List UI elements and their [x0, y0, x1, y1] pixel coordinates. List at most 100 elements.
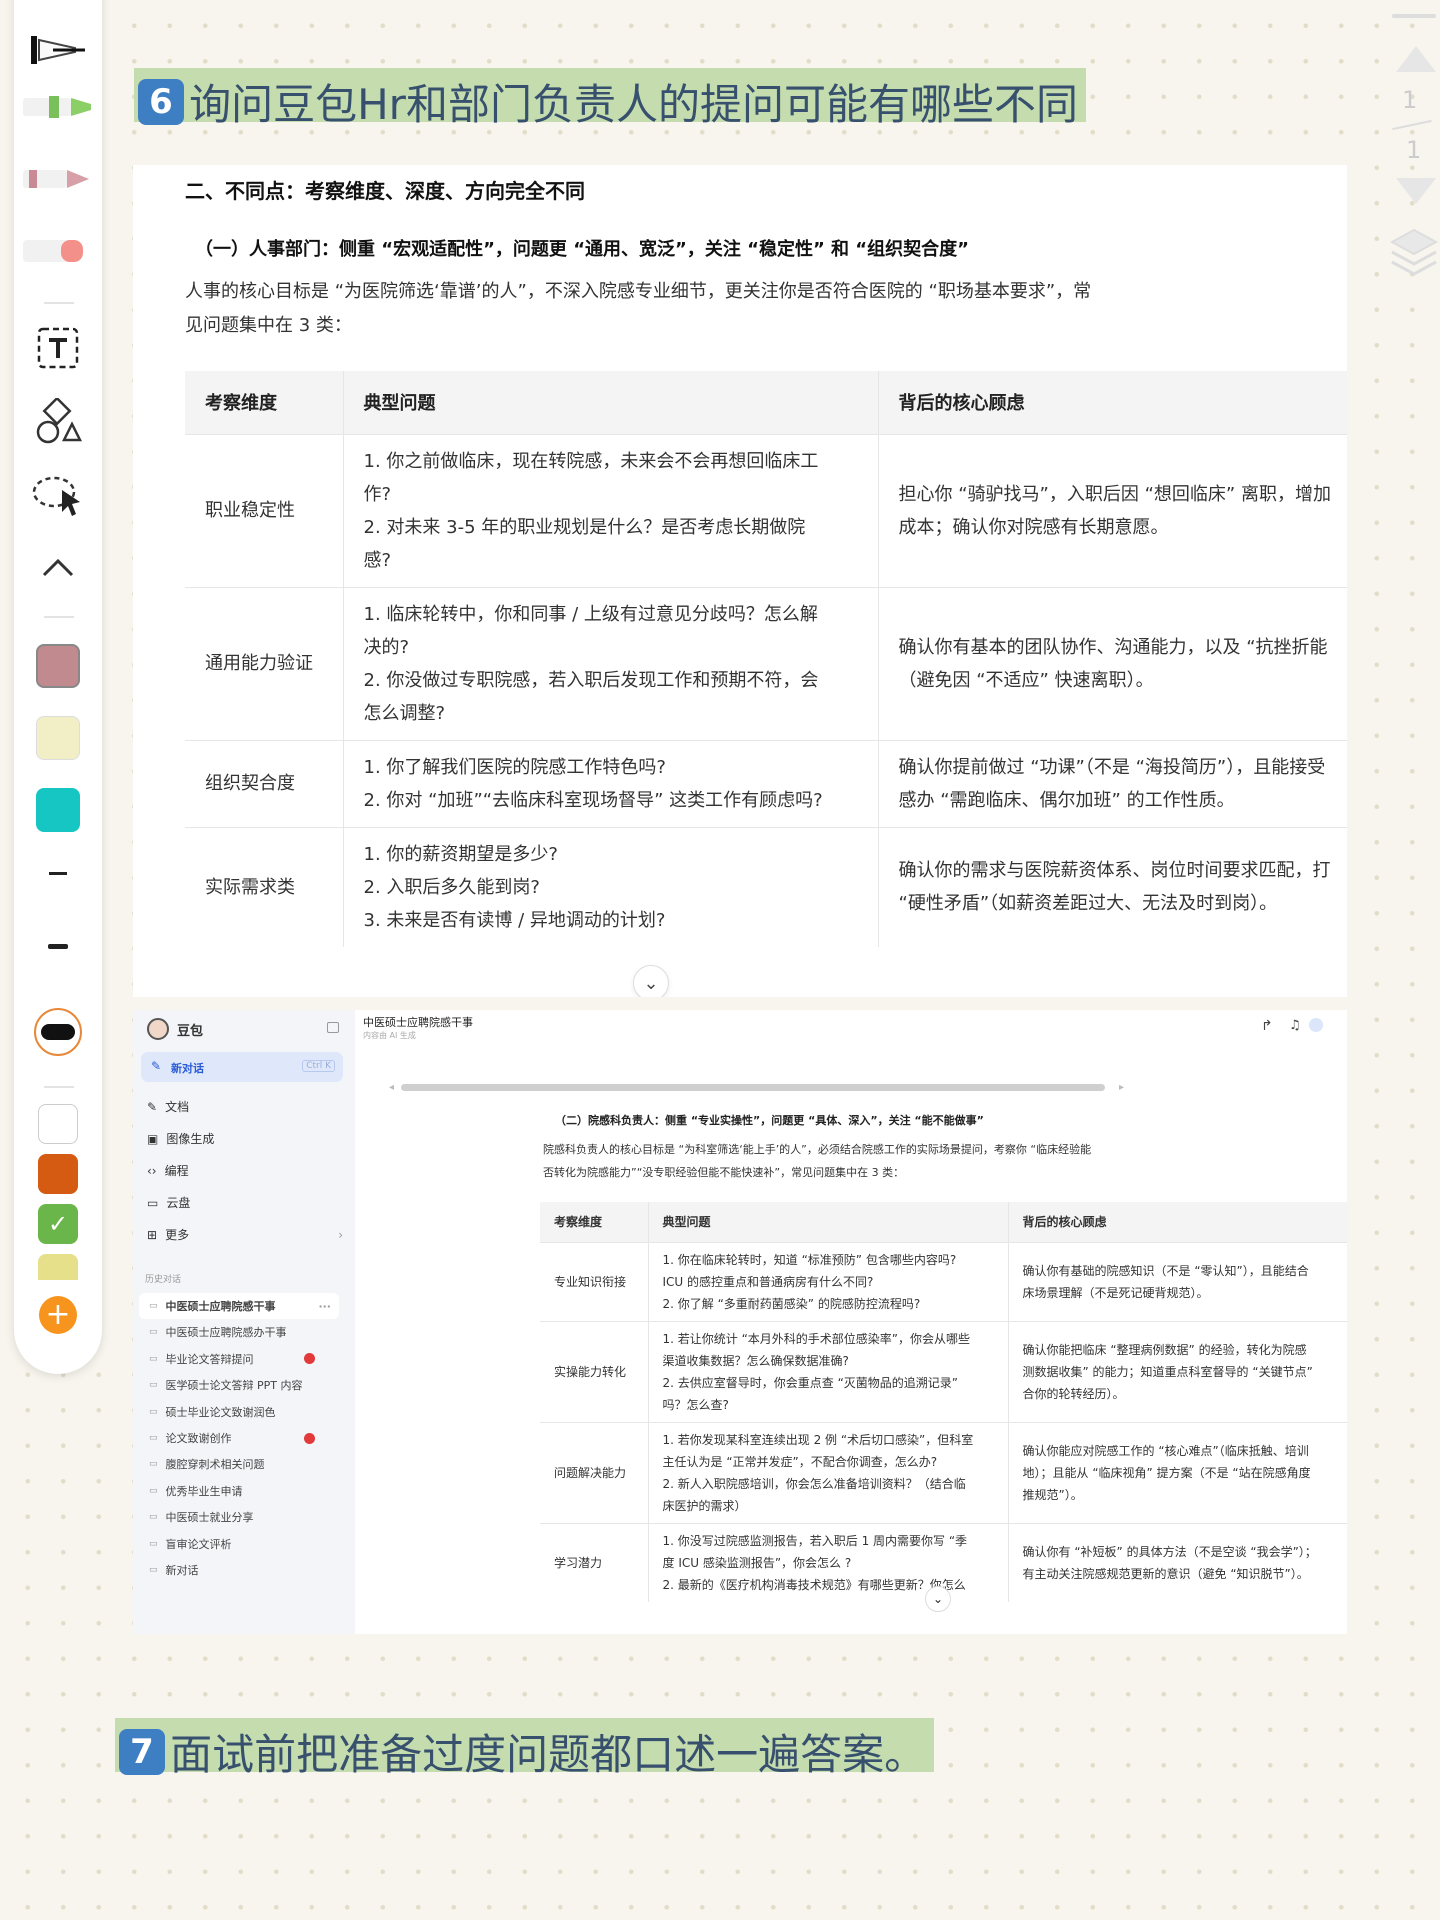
- history-item[interactable]: ▭ 中医硕士就业分享: [139, 1504, 339, 1530]
- section-6-number: 6: [138, 78, 184, 125]
- collapse-sidebar-icon[interactable]: [327, 1022, 339, 1033]
- scroll-down-button[interactable]: ⌄: [925, 1586, 951, 1612]
- dimension-cell: 实际需求类: [185, 826, 343, 947]
- page-up-icon[interactable]: [1392, 40, 1440, 74]
- history-item[interactable]: ▭ 中医硕士应聘院感干事 ···: [139, 1293, 339, 1319]
- menu-label: 云盘: [166, 1196, 191, 1210]
- chevron-up-icon[interactable]: [36, 546, 80, 586]
- horizontal-scrollbar[interactable]: [401, 1084, 1105, 1091]
- hr-intro-line: 见问题集中在 3 类：: [185, 315, 352, 336]
- drawing-toolbar: ✓ +: [14, 0, 102, 1374]
- history-item[interactable]: ▭ 医学硕士论文答辩 PPT 内容: [139, 1372, 339, 1398]
- column-header: 典型问题: [647, 1202, 1008, 1242]
- concern-line: 合你的轮转经历）。: [1022, 1386, 1125, 1401]
- hr-intro: 人事的核心目标是 “为医院筛选‘靠谱’的人”，不深入院感专业细节，更关注你是否符…: [185, 275, 1185, 343]
- thick-line-icon[interactable]: [34, 1008, 82, 1056]
- user-avatar[interactable]: [1309, 1018, 1323, 1032]
- add-icon[interactable]: +: [39, 1296, 77, 1334]
- history-item[interactable]: ▭ 中医硕士应聘院感办干事: [139, 1319, 339, 1345]
- concern-line: 地）；且能从 “临床视角” 提方案（不是 “站在院感角度: [1022, 1465, 1311, 1480]
- questions-cell: 1. 若你发现某科室连续出现 2 例 “术后切口感染”，但科室 主任认为是 “正常…: [647, 1421, 1008, 1523]
- hr-intro-line: 人事的核心目标是 “为医院筛选‘靠谱’的人”，不深入院感专业细节，更关注你是否符…: [185, 281, 1092, 302]
- color-swatch-yellow[interactable]: [38, 1254, 78, 1280]
- scroll-right-icon[interactable]: ▸: [1119, 1082, 1124, 1093]
- table-header-row: 考察维度 典型问题 背后的核心顾虑: [540, 1202, 1347, 1242]
- toolbar-divider: [44, 616, 74, 618]
- menu-coding[interactable]: ‹› 编程: [147, 1162, 189, 1179]
- history-label: 中医硕士应聘院感办干事: [165, 1326, 287, 1340]
- history-item[interactable]: ▭ 毕业论文答辩提问: [139, 1346, 339, 1372]
- question-line: 1. 临床轮转中，你和同事 / 上级有过意见分歧吗？怎么解: [363, 603, 818, 625]
- question-line: 2. 你了解 “多重耐药菌感染” 的院感防控流程吗?: [662, 1296, 921, 1311]
- doubao-avatar-icon: [147, 1018, 169, 1040]
- layers-icon[interactable]: [1388, 226, 1440, 282]
- history-item[interactable]: ▭ 新对话: [139, 1557, 339, 1583]
- pink-marker-icon[interactable]: [21, 160, 95, 198]
- question-line: 2. 去供应室督导时，你会重点查 “灭菌物品的追溯记录”: [662, 1375, 959, 1390]
- medium-line-icon[interactable]: [46, 942, 70, 950]
- green-marker-icon[interactable]: [21, 88, 95, 126]
- lasso-select-icon[interactable]: [30, 472, 86, 520]
- questions-cell: 1. 临床轮转中，你和同事 / 上级有过意见分歧吗？怎么解 决的? 2. 你没做过专…: [342, 586, 878, 740]
- question-line: 吗？怎么查?: [662, 1397, 729, 1412]
- history-item[interactable]: ▭ 腹腔穿刺术相关问题: [139, 1451, 339, 1477]
- history-label: 毕业论文答辩提问: [165, 1352, 254, 1366]
- concern-cell: 确认你有基本的团队协作、沟通能力，以及 “抗挫折能 （避免因 “不适应” 快速离职…: [877, 586, 1347, 740]
- history-label: 硕士毕业论文致谢润色: [165, 1405, 276, 1419]
- page-down-icon[interactable]: [1392, 174, 1440, 208]
- concern-line: 确认你有基础的院感知识（不是 “零认知”），且能结合: [1022, 1263, 1309, 1278]
- toolbar-divider: [44, 302, 74, 304]
- history-item[interactable]: ▭ 优秀毕业生申请: [139, 1478, 339, 1504]
- concern-cell: 确认你能把临床 “整理病例数据” 的经验，转化为院感 测数据收集” 的能力；知道重…: [1007, 1320, 1347, 1422]
- scroll-left-icon[interactable]: ◂: [389, 1082, 394, 1093]
- chevron-right-icon: ›: [338, 1227, 343, 1242]
- app-name: 豆包: [177, 1023, 204, 1039]
- cloud-drive-icon: ▭: [147, 1195, 159, 1210]
- share-icon[interactable]: ↱: [1261, 1018, 1273, 1034]
- scroll-down-button[interactable]: ⌄: [633, 965, 669, 997]
- ai-note: 内容由 AI 生成: [363, 1031, 416, 1040]
- chat-bubble-icon: ▭: [149, 1565, 158, 1575]
- pen-icon[interactable]: [23, 24, 93, 76]
- notification-icon[interactable]: ♫: [1289, 1018, 1301, 1033]
- column-header: 考察维度: [185, 371, 343, 435]
- director-intro-line: 否转化为院感能力”“没专职经验但能不能快速补”，常见问题集中在 3 类：: [543, 1166, 905, 1179]
- color-swatch-rose[interactable]: [36, 644, 80, 688]
- color-swatch-cyan[interactable]: [36, 788, 80, 832]
- color-swatch-orange[interactable]: [38, 1154, 78, 1194]
- questions-cell: 1. 你了解我们医院的院感工作特色吗? 2. 你对 “加班”“去临床科室现场督导”…: [342, 739, 878, 827]
- color-swatch-green-selected[interactable]: ✓: [38, 1204, 78, 1244]
- history-item[interactable]: ▭ 硕士毕业论文致谢润色: [139, 1399, 339, 1425]
- color-swatch-cream[interactable]: [36, 716, 80, 760]
- eraser-icon[interactable]: [21, 232, 95, 270]
- section-7-heading: 7 面试前把准备过度问题都口述一遍答案。: [115, 1718, 935, 1779]
- color-swatch-white[interactable]: [38, 1104, 78, 1144]
- section-7-title: 面试前把准备过度问题都口述一遍答案。: [170, 1730, 927, 1779]
- question-line: ICU 的感控重点和普通病房有什么不同?: [662, 1274, 874, 1289]
- new-chat-button[interactable]: ✎ 新对话 Ctrl K: [141, 1052, 343, 1082]
- shapes-icon[interactable]: [34, 398, 82, 446]
- menu-more[interactable]: ⊞ 更多 ›: [147, 1226, 343, 1243]
- questions-cell: 1. 你在临床轮转时，知道 “标准预防” 包含哪些内容吗? ICU 的感控重点和普…: [647, 1241, 1008, 1321]
- image-icon: ▣: [147, 1131, 159, 1146]
- question-line: 床医护的需求）: [662, 1498, 747, 1513]
- hr-subheading: （一）人事部门：侧重 “宏观适配性”，问题更 “通用、宽泛”，关注 “稳定性” …: [195, 239, 969, 260]
- column-header: 考察维度: [540, 1202, 648, 1242]
- menu-image-gen[interactable]: ▣ 图像生成: [147, 1130, 214, 1147]
- dimension-cell: 问题解决能力: [540, 1421, 648, 1523]
- thin-line-icon[interactable]: [48, 870, 68, 876]
- text-tool-icon[interactable]: [36, 326, 80, 370]
- history-item[interactable]: ▭ 盲审论文评析: [139, 1531, 339, 1557]
- questions-cell: 1. 你的薪资期望是多少? 2. 入职后多久能到岗? 3. 未来是否有读博 / 异地…: [342, 826, 878, 947]
- chat-bubble-icon: ▭: [149, 1327, 158, 1338]
- history-label: 盲审论文评析: [165, 1537, 232, 1551]
- dimension-cell: 专业知识衔接: [540, 1241, 648, 1321]
- menu-docs[interactable]: ✎ 文档: [147, 1098, 189, 1115]
- dimension-cell: 职业稳定性: [185, 433, 343, 587]
- history-item[interactable]: ▭ 论文致谢创作: [139, 1425, 339, 1451]
- menu-cloud[interactable]: ▭ 云盘: [147, 1194, 190, 1211]
- more-options-icon[interactable]: ···: [318, 1300, 331, 1313]
- doubao-chat-screenshot: 豆包 ✎ 新对话 Ctrl K ✎ 文档 ▣ 图像生成 ‹› 编程 ▭ 云盘 ⊞ 更多 › …: [133, 1010, 1347, 1634]
- menu-label: 编程: [164, 1164, 189, 1178]
- drag-handle-icon[interactable]: [1392, 14, 1436, 18]
